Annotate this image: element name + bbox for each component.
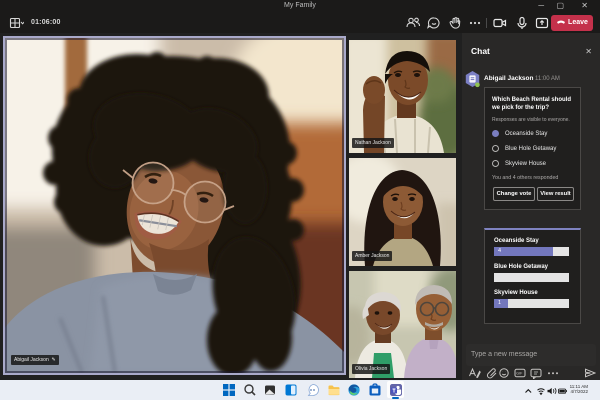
svg-text:GIF: GIF: [516, 372, 523, 376]
